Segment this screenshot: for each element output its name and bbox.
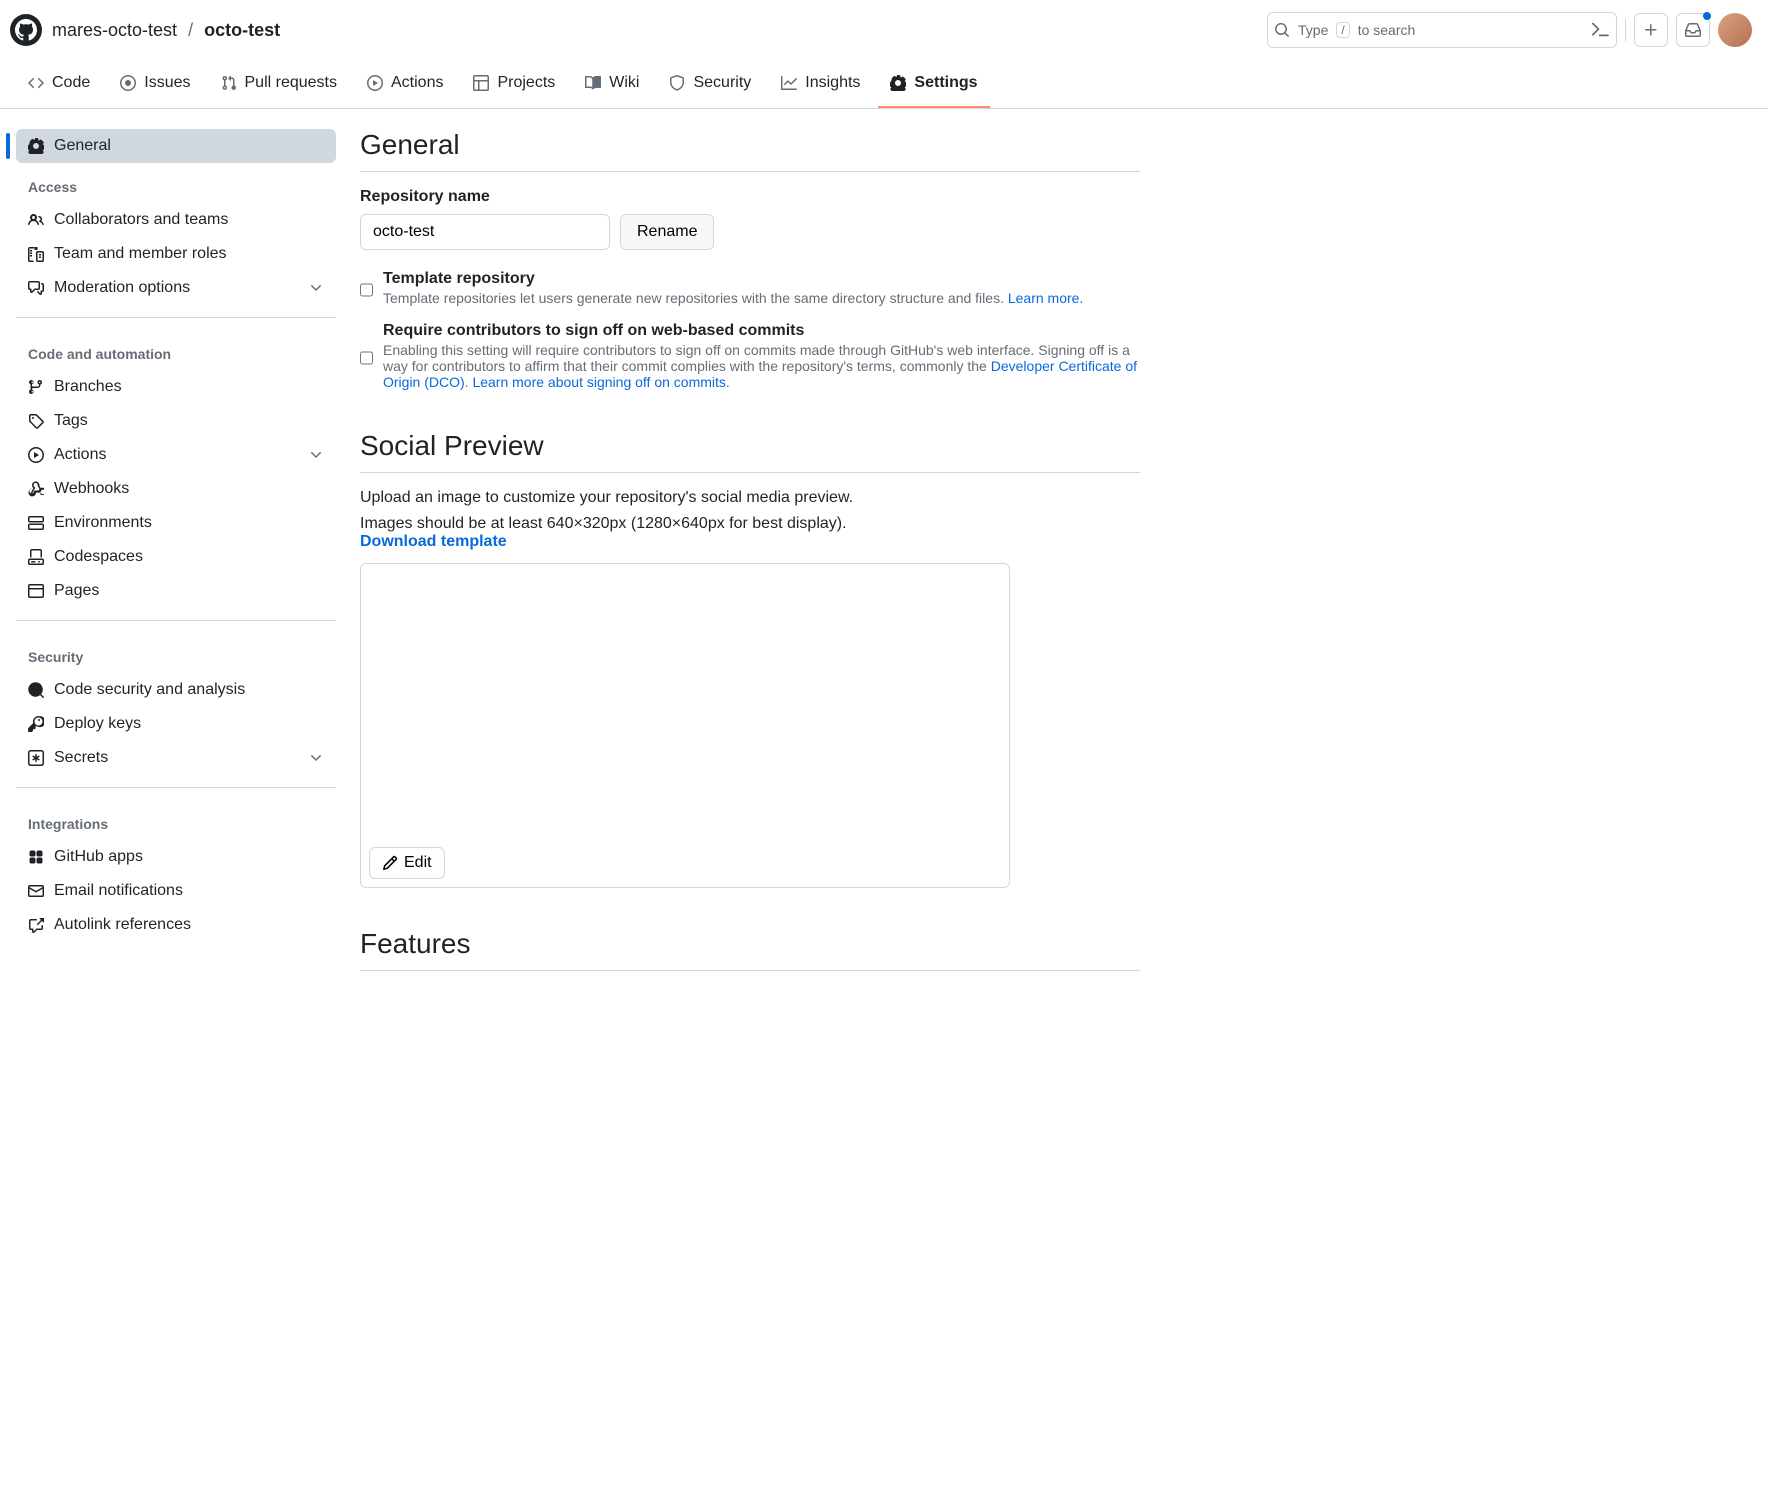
pencil-icon <box>382 855 398 871</box>
settings-sidebar: General Access Collaborators and teams T… <box>16 129 336 987</box>
notifications-button[interactable] <box>1676 13 1710 47</box>
notification-dot-icon <box>1703 12 1711 20</box>
repo-nav: Code Issues Pull requests Actions Projec… <box>0 60 1768 109</box>
mail-icon <box>28 883 44 899</box>
tab-actions[interactable]: Actions <box>355 60 455 108</box>
search-kbd: / <box>1336 22 1349 38</box>
issue-icon <box>120 75 136 91</box>
social-preview-title: Social Preview <box>360 430 1140 473</box>
org-icon <box>28 246 44 262</box>
sidebar-group-code: Code and automation <box>16 330 336 370</box>
graph-icon <box>781 75 797 91</box>
sidebar-item-github-apps[interactable]: GitHub apps <box>16 840 336 874</box>
comment-discussion-icon <box>28 280 44 296</box>
shield-icon <box>669 75 685 91</box>
codespaces-icon <box>28 549 44 565</box>
sidebar-item-webhooks[interactable]: Webhooks <box>16 472 336 506</box>
sidebar-item-moderation[interactable]: Moderation options <box>16 271 336 305</box>
sidebar-item-actions[interactable]: Actions <box>16 438 336 472</box>
signoff-learn-link[interactable]: Learn more about signing off on commits <box>472 374 725 390</box>
browser-icon <box>28 583 44 599</box>
webhook-icon <box>28 481 44 497</box>
edit-button[interactable]: Edit <box>369 847 445 879</box>
signoff-label: Require contributors to sign off on web-… <box>383 322 1140 340</box>
rename-button[interactable]: Rename <box>620 214 714 250</box>
plus-icon <box>1643 22 1659 38</box>
sidebar-item-codespaces[interactable]: Codespaces <box>16 540 336 574</box>
command-palette-icon[interactable] <box>1592 21 1610 39</box>
sidebar-item-tags[interactable]: Tags <box>16 404 336 438</box>
sidebar-group-integrations: Integrations <box>16 800 336 840</box>
git-pull-request-icon <box>221 75 237 91</box>
main-content: General Repository name Rename Template … <box>360 129 1140 987</box>
search-icon <box>1274 22 1290 38</box>
sidebar-group-security: Security <box>16 633 336 673</box>
github-logo[interactable] <box>10 14 42 46</box>
tab-issues[interactable]: Issues <box>108 60 202 108</box>
sidebar-item-collaborators[interactable]: Collaborators and teams <box>16 203 336 237</box>
tab-pulls[interactable]: Pull requests <box>209 60 350 108</box>
repo-name-input[interactable] <box>360 214 610 250</box>
tab-security[interactable]: Security <box>657 60 763 108</box>
search-input[interactable]: Type / to search <box>1267 12 1617 48</box>
gear-icon <box>28 138 44 154</box>
key-icon <box>28 716 44 732</box>
sidebar-item-general[interactable]: General <box>16 129 336 163</box>
tab-insights[interactable]: Insights <box>769 60 872 108</box>
book-icon <box>585 75 601 91</box>
people-icon <box>28 212 44 228</box>
code-icon <box>28 75 44 91</box>
server-icon <box>28 515 44 531</box>
social-desc-2: Images should be at least 640×320px (128… <box>360 515 1140 551</box>
sidebar-item-code-security[interactable]: Code security and analysis <box>16 673 336 707</box>
learn-more-link[interactable]: Learn more. <box>1008 290 1083 306</box>
tab-code[interactable]: Code <box>16 60 102 108</box>
sidebar-item-team-roles[interactable]: Team and member roles <box>16 237 336 271</box>
sidebar-group-access: Access <box>16 163 336 203</box>
template-checkbox[interactable] <box>360 274 373 306</box>
breadcrumb: mares-octo-test / octo-test <box>52 20 280 41</box>
sidebar-item-autolink[interactable]: Autolink references <box>16 908 336 942</box>
key-asterisk-icon <box>28 750 44 766</box>
apps-icon <box>28 849 44 865</box>
template-desc: Template repositories let users generate… <box>383 290 1083 306</box>
repo-name-label: Repository name <box>360 188 1140 206</box>
sidebar-item-environments[interactable]: Environments <box>16 506 336 540</box>
download-template-link[interactable]: Download template <box>360 533 507 550</box>
gear-icon <box>890 75 906 91</box>
avatar[interactable] <box>1718 13 1752 47</box>
inbox-icon <box>1685 22 1701 38</box>
tag-icon <box>28 413 44 429</box>
git-branch-icon <box>28 379 44 395</box>
owner-link[interactable]: mares-octo-test <box>52 20 177 40</box>
sidebar-item-deploy-keys[interactable]: Deploy keys <box>16 707 336 741</box>
tab-wiki[interactable]: Wiki <box>573 60 651 108</box>
top-bar: mares-octo-test / octo-test Type / to se… <box>0 0 1768 60</box>
template-label: Template repository <box>383 270 1083 288</box>
play-icon <box>367 75 383 91</box>
chevron-down-icon <box>308 447 324 463</box>
create-new-button[interactable] <box>1634 13 1668 47</box>
codescan-icon <box>28 682 44 698</box>
sidebar-item-pages[interactable]: Pages <box>16 574 336 608</box>
tab-settings[interactable]: Settings <box>878 60 989 108</box>
sidebar-item-branches[interactable]: Branches <box>16 370 336 404</box>
signoff-checkbox[interactable] <box>360 326 373 390</box>
chevron-down-icon <box>308 280 324 296</box>
features-title: Features <box>360 928 1140 971</box>
social-preview-box: Edit <box>360 563 1010 888</box>
play-icon <box>28 447 44 463</box>
tab-projects[interactable]: Projects <box>461 60 567 108</box>
cross-reference-icon <box>28 917 44 933</box>
table-icon <box>473 75 489 91</box>
sidebar-item-secrets[interactable]: Secrets <box>16 741 336 775</box>
page-title: General <box>360 129 1140 172</box>
sidebar-item-email-notifications[interactable]: Email notifications <box>16 874 336 908</box>
signoff-desc: Enabling this setting will require contr… <box>383 342 1140 390</box>
repo-link[interactable]: octo-test <box>204 20 280 40</box>
social-desc-1: Upload an image to customize your reposi… <box>360 489 1140 507</box>
chevron-down-icon <box>308 750 324 766</box>
